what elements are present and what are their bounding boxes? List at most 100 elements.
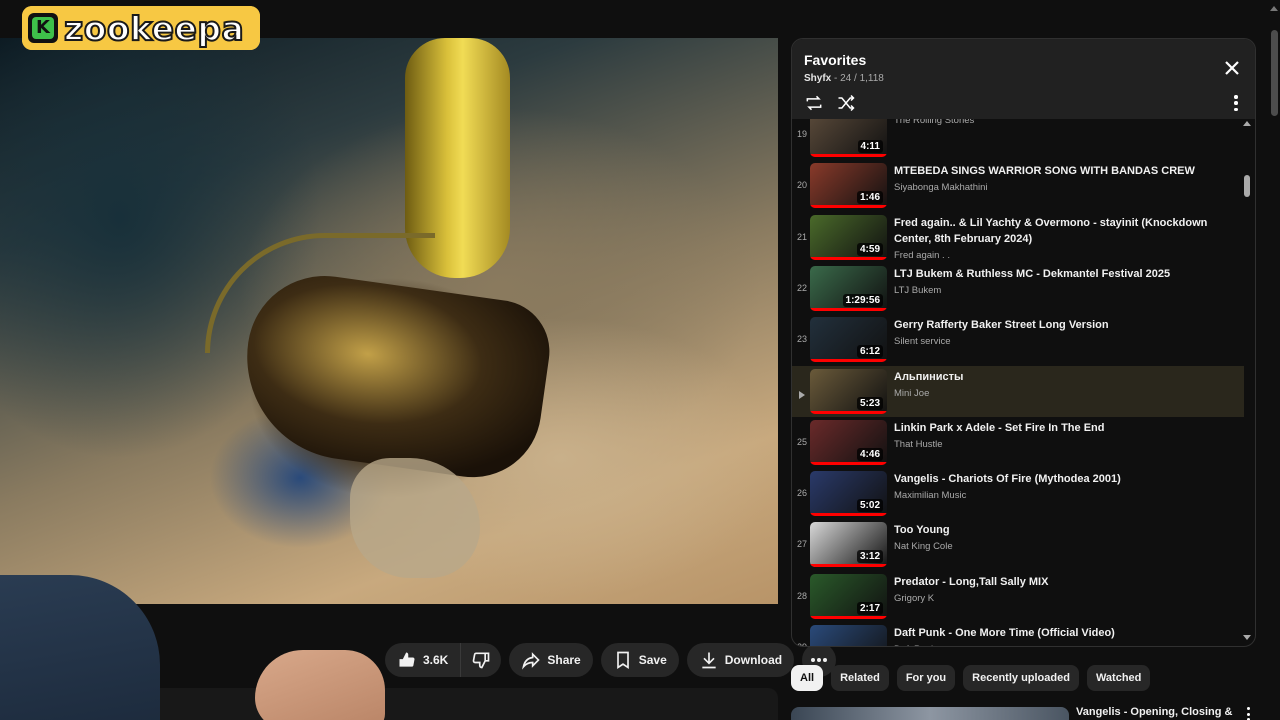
playlist-item-thumbnail[interactable]: 1:29:56 <box>810 265 887 311</box>
playlist-item-channel: Siyabonga Makhathini <box>894 182 988 194</box>
dislike-button[interactable] <box>461 643 502 677</box>
playlist-item-title[interactable]: Linkin Park x Adele - Set Fire In The En… <box>894 420 1232 436</box>
playlist-item-thumbnail[interactable]: 2:17 <box>810 573 887 619</box>
playlist-item[interactable]: 21 4:59 Fred again.. & Lil Yachty & Overmo… <box>792 212 1244 263</box>
playlist-scroll-up[interactable] <box>1243 121 1251 126</box>
playlist-item-channel: Nat King Cole <box>894 541 953 553</box>
playlist-item[interactable]: 28 2:17 Predator - Long,Tall Sally MIX Grig… <box>792 571 1244 622</box>
playlist-item-thumbnail[interactable]: 3:12 <box>810 522 887 568</box>
playlist-subtitle: Shyfx - 24 / 1,118 <box>804 73 884 84</box>
playlist-item-thumbnail[interactable]: 4:59 <box>810 214 887 260</box>
playlist-owner[interactable]: Shyfx <box>804 73 831 84</box>
download-button[interactable]: Download <box>686 643 795 677</box>
like-dislike-group: 3.6K <box>385 643 502 677</box>
playlist-header: Favorites Shyfx - 24 / 1,118 <box>792 39 1255 119</box>
duration-badge: 1:46 <box>856 191 883 205</box>
playlist-item-thumbnail[interactable]: 1:46 <box>810 163 887 209</box>
watched-progress-bar <box>810 461 887 465</box>
watched-progress-bar <box>810 359 887 363</box>
playlist-item-thumbnail[interactable]: 5:23 <box>810 368 887 414</box>
playlist-item-title[interactable]: LTJ Bukem & Ruthless MC - Dekmantel Fest… <box>894 266 1232 282</box>
playlist-item-now-playing[interactable]: 5:23 Альпинисты Mini Joe <box>792 365 1244 417</box>
playlist-item[interactable]: 26 5:02 Vangelis - Chariots Of Fire (Mytho… <box>792 468 1244 519</box>
playlist-item-channel: Daft Punk <box>894 644 1232 646</box>
download-label: Download <box>724 653 783 667</box>
watched-progress-bar <box>810 256 887 260</box>
playlist-item-title[interactable]: Альпинисты <box>894 369 1232 385</box>
chip-related[interactable]: Related <box>831 665 889 691</box>
loop-icon[interactable] <box>804 93 824 113</box>
playlist-item-title[interactable]: Fred again.. & Lil Yachty & Overmono - s… <box>894 215 1232 247</box>
share-icon <box>522 652 541 670</box>
playlist-item-thumbnail[interactable]: 4:46 <box>810 419 887 465</box>
playlist-item-info: MTEBEDA SINGS WARRIOR SONG WITH BANDAS C… <box>887 160 1232 211</box>
playlist-item-info: Альпинисты Mini Joe <box>887 366 1232 417</box>
playlist-item-channel: Grigory K <box>894 592 935 604</box>
watched-progress-bar <box>810 205 887 209</box>
youtube-watch-page: K zookeepa 3.6K Share Save Download Favo… <box>0 0 1280 720</box>
playlist-title[interactable]: Favorites <box>804 52 1255 68</box>
playlist-scrollbar-thumb[interactable] <box>1244 175 1250 197</box>
playlist-item[interactable]: 23 6:12 Gerry Rafferty Baker Street Long V… <box>792 314 1244 365</box>
page-scroll-up[interactable] <box>1270 6 1278 11</box>
playlist-item-index: 21 <box>796 231 807 242</box>
watched-progress-bar <box>810 154 887 157</box>
playlist-item[interactable]: 25 4:46 Linkin Park x Adele - Set Fire In … <box>792 417 1244 468</box>
streamer-hand <box>255 650 385 720</box>
duration-badge: 3:12 <box>856 550 883 564</box>
playlist-item-channel: Silent service <box>894 336 951 348</box>
playlist-item[interactable]: 20 1:46 MTEBEDA SINGS WARRIOR SONG WITH BA… <box>792 160 1244 211</box>
playlist-item-channel: Fred again . . <box>894 249 950 261</box>
page-scrollbar-thumb[interactable] <box>1271 30 1278 116</box>
playlist-item-title[interactable]: Too Young <box>894 522 1232 538</box>
playlist-item-title[interactable]: MTEBEDA SINGS WARRIOR SONG WITH BANDAS C… <box>894 163 1232 179</box>
playlist-item[interactable]: 29 Daft Punk - One More Time (Official Vi… <box>792 622 1244 646</box>
duration-badge: 4:11 <box>857 140 883 153</box>
playlist-item-thumbnail[interactable]: 6:12 <box>810 317 887 363</box>
playlist-item[interactable]: 19 4:11 The Rolling Stones <box>792 119 1244 160</box>
chip-for-you[interactable]: For you <box>896 665 956 691</box>
playlist-item[interactable]: 27 3:12 Too Young Nat King Cole <box>792 519 1244 570</box>
chip-all[interactable]: All <box>791 665 824 691</box>
playlist-item-channel: That Hustle <box>894 438 943 450</box>
watched-progress-bar <box>810 410 887 414</box>
playlist-item-thumbnail[interactable] <box>810 625 887 646</box>
close-playlist-button[interactable] <box>1223 59 1241 77</box>
chip-recently-uploaded[interactable]: Recently uploaded <box>963 665 1079 691</box>
watched-progress-bar <box>810 564 887 568</box>
recommended-video-more-button[interactable] <box>1247 707 1251 720</box>
playlist-item-thumbnail[interactable]: 4:11 <box>810 119 887 157</box>
share-label: Share <box>547 653 581 667</box>
playlist-item-title[interactable]: Gerry Rafferty Baker Street Long Version <box>894 317 1232 333</box>
playlist-item-title[interactable]: Daft Punk - One More Time (Official Vide… <box>894 625 1232 641</box>
playlist-item-channel: LTJ Bukem <box>894 284 942 296</box>
duration-badge: 1:29:56 <box>842 293 883 307</box>
playlist-item-info: Predator - Long,Tall Sally MIX Grigory K <box>887 571 1232 622</box>
like-button[interactable]: 3.6K <box>385 643 462 677</box>
chip-watched[interactable]: Watched <box>1086 665 1151 691</box>
playlist-item[interactable]: 22 1:29:56 LTJ Bukem & Ruthless MC - Dekma… <box>792 263 1244 314</box>
playlist-item-channel: The Rolling Stones <box>894 119 975 126</box>
playlist-item-index: 20 <box>796 180 807 191</box>
video-action-bar: 3.6K Share Save Download <box>385 643 837 677</box>
recommended-video-thumbnail[interactable] <box>791 707 1069 720</box>
playlist-controls <box>804 93 856 113</box>
playlist-item-title[interactable]: Predator - Long,Tall Sally MIX <box>894 574 1232 590</box>
save-button[interactable]: Save <box>600 643 679 677</box>
shuffle-icon[interactable] <box>836 93 856 113</box>
save-label: Save <box>638 653 667 667</box>
playlist-item-index: 19 <box>796 129 807 139</box>
video-player[interactable] <box>0 38 778 604</box>
watched-progress-bar <box>810 307 887 311</box>
duration-badge: 4:59 <box>856 242 883 256</box>
playlist-scroll-down[interactable] <box>1243 635 1251 640</box>
playlist-more-button[interactable] <box>1233 95 1239 111</box>
playlist-item-title[interactable]: Vangelis - Chariots Of Fire (Mythodea 20… <box>894 471 1232 487</box>
close-icon <box>1225 61 1239 75</box>
share-button[interactable]: Share <box>509 643 593 677</box>
duration-badge: 2:17 <box>856 601 883 615</box>
playlist-item-index: 26 <box>796 488 807 499</box>
zookeepa-logo: K zookeepa <box>22 6 260 50</box>
playlist-item-thumbnail[interactable]: 5:02 <box>810 471 887 517</box>
recommended-video-title[interactable]: Vangelis - Opening, Closing & <box>1076 706 1232 718</box>
